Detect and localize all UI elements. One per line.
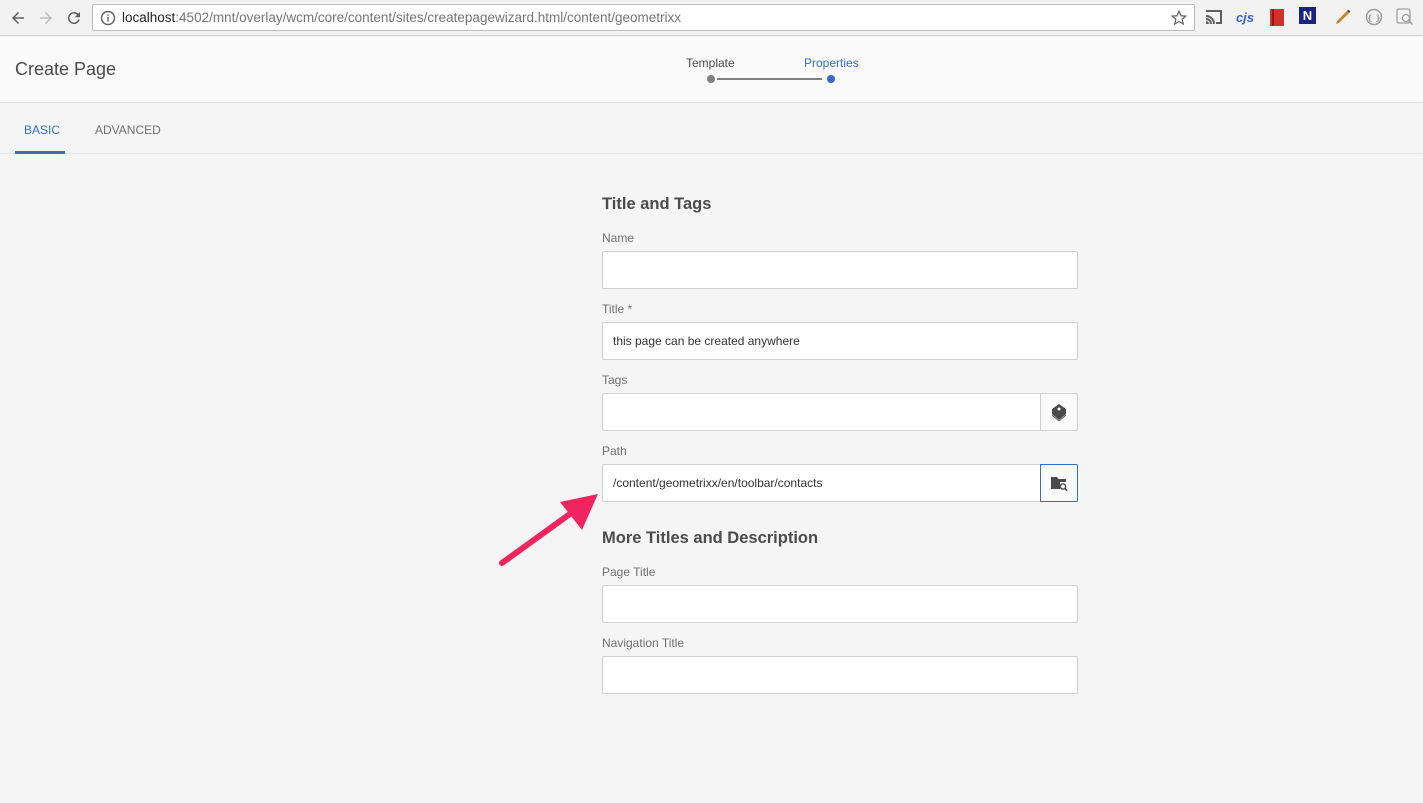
book-extension-icon[interactable]	[1267, 7, 1287, 27]
circle-extension-icon[interactable]: { }	[1364, 7, 1384, 27]
tab-bar: BASIC ADVANCED	[0, 104, 1423, 154]
step-template-dot[interactable]	[707, 75, 715, 83]
name-label: Name	[602, 231, 635, 245]
page-title: Create Page	[15, 59, 117, 79]
path-label: Path	[602, 444, 627, 458]
forward-button[interactable]	[34, 6, 58, 30]
folder-search-icon	[1051, 477, 1068, 492]
tab-basic[interactable]: BASIC	[24, 123, 60, 137]
reload-icon	[67, 12, 80, 25]
section-title-and-tags: Title and Tags	[602, 195, 712, 213]
step-properties-label[interactable]: Properties	[804, 56, 859, 70]
annotation-arrow-icon	[499, 494, 598, 566]
tag-picker-button[interactable]	[1040, 393, 1078, 431]
cjs-extension-icon[interactable]: cjs	[1235, 7, 1255, 27]
back-button[interactable]	[6, 6, 30, 30]
svg-text:{ }: { }	[1367, 14, 1381, 23]
step-template-label[interactable]: Template	[686, 56, 735, 70]
step-connector	[717, 78, 822, 80]
info-icon[interactable]	[100, 10, 116, 26]
page-title-label: Page Title	[602, 565, 656, 579]
step-properties-dot[interactable]	[827, 75, 835, 83]
navigation-title-label: Navigation Title	[602, 636, 685, 650]
navigation-title-field[interactable]	[602, 656, 1078, 694]
tag-icon	[1052, 404, 1066, 421]
url-text[interactable]: localhost:4502/mnt/overlay/wcm/core/cont…	[122, 10, 681, 25]
arrow-right-icon	[40, 12, 52, 24]
n-extension-icon[interactable]: N	[1299, 7, 1316, 24]
cast-icon[interactable]	[1204, 7, 1224, 27]
bookmark-star-icon[interactable]	[1170, 9, 1188, 27]
page-title-field[interactable]	[602, 585, 1078, 623]
wizard-header: Create Page Template Properties	[0, 37, 1423, 103]
address-bar[interactable]: localhost:4502/mnt/overlay/wcm/core/cont…	[92, 4, 1195, 31]
name-field[interactable]	[602, 251, 1078, 289]
title-label: Title *	[602, 302, 633, 316]
active-tab-indicator	[15, 151, 65, 154]
arrow-left-icon	[12, 12, 24, 24]
tags-field[interactable]	[602, 393, 1041, 431]
pen-extension-icon[interactable]	[1333, 7, 1353, 27]
section-more-titles: More Titles and Description	[602, 529, 819, 547]
title-field[interactable]: this page can be created anywhere	[602, 322, 1078, 360]
path-field[interactable]: /content/geometrixx/en/toolbar/contacts	[602, 464, 1041, 502]
reload-button[interactable]	[62, 6, 86, 30]
tab-advanced[interactable]: ADVANCED	[95, 123, 161, 137]
browser-toolbar: localhost:4502/mnt/overlay/wcm/core/cont…	[0, 0, 1423, 36]
path-browser-button[interactable]	[1040, 464, 1078, 502]
tags-label: Tags	[602, 373, 628, 387]
magnifier-extension-icon[interactable]	[1395, 7, 1415, 27]
